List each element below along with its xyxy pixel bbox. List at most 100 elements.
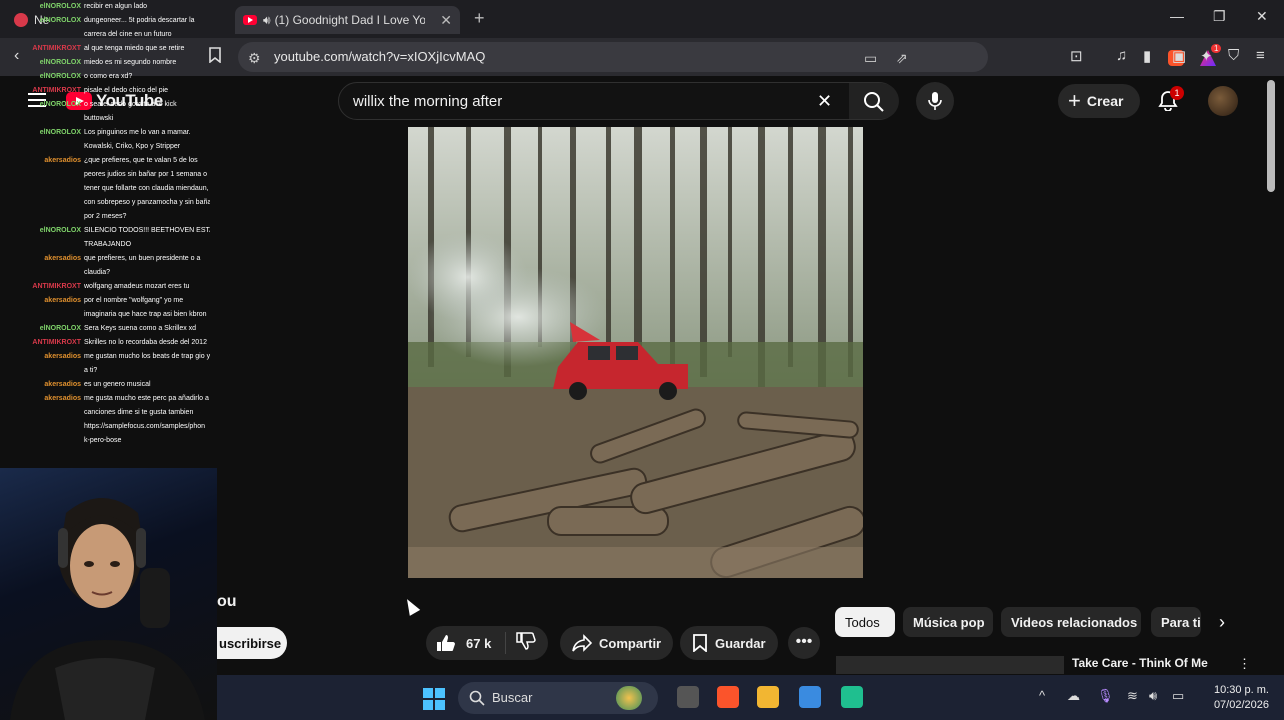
chat-username	[0, 168, 84, 182]
youtube-favicon-icon	[243, 15, 257, 25]
vpn-icon[interactable]: ⛉	[1228, 47, 1239, 64]
chat-message: elNOROLOX SILENCIO TODOS!!! BEETHOVEN EST…	[0, 224, 212, 238]
chat-username: elNOROLOX	[39, 73, 81, 80]
tray-chevron-icon[interactable]: ^	[1039, 688, 1045, 703]
chat-text: que prefieres, un buen presidente o a	[84, 255, 201, 262]
tab-close-icon[interactable]: ✕	[440, 12, 452, 29]
save-button[interactable]: Guardar	[680, 626, 778, 660]
save-label: Guardar	[715, 635, 766, 651]
chat-message: Kowalski, Criko, Kpo y Stripper	[0, 140, 212, 154]
chat-text: k-pero-bose	[84, 437, 122, 444]
chat-username: akersadios	[44, 381, 81, 388]
maximize-icon[interactable]: ❐	[1213, 8, 1226, 25]
share-label: Compartir	[599, 635, 662, 651]
wallet-icon[interactable]: ▣	[1172, 47, 1186, 65]
cloud-icon[interactable]: ☁	[1067, 688, 1080, 704]
chat-username: akersadios	[44, 157, 81, 164]
brave-browser-icon[interactable]	[717, 686, 739, 708]
chat-text: miedo es mi segundo nombre	[84, 59, 177, 66]
chat-username	[0, 266, 84, 280]
mic-tray-icon[interactable]: 🎙︎	[1097, 688, 1114, 704]
chat-text: por el nombre "wolfgang" yo me	[84, 297, 184, 304]
chat-username	[0, 182, 84, 196]
mouse-cursor	[401, 596, 421, 616]
chat-text: dungeoneer... 5t podria descartar la	[84, 17, 195, 24]
chat-username	[0, 140, 84, 154]
chat-message: claudia?	[0, 266, 212, 280]
task-view-icon[interactable]	[677, 686, 699, 708]
taskbar-search[interactable]: Buscar	[458, 682, 658, 714]
chat-text: ¿que prefieres, que te valan 5 de los	[84, 157, 198, 164]
create-button[interactable]: + Crear	[1058, 84, 1140, 118]
chat-message: a ti?	[0, 364, 212, 378]
chip-for-you[interactable]: Para ti	[1151, 607, 1201, 637]
chat-message: imaginaria que hace trap asi bien kbron	[0, 308, 212, 322]
clear-search-icon[interactable]: ✕	[817, 91, 832, 112]
chat-message: akersadios me gustan mucho los beats de t…	[0, 350, 212, 364]
speaker-icon: 🔊︎	[263, 12, 271, 27]
file-explorer-icon[interactable]	[757, 686, 779, 708]
volume-icon[interactable]: 🔊︎	[1149, 688, 1157, 704]
chat-message: akersadios me gusta mucho este perc pa añ…	[0, 392, 212, 406]
page-scrollbar[interactable]	[1267, 80, 1275, 192]
chat-text: canciones dime si te gusta tambien	[84, 409, 194, 416]
tab-active[interactable]: 🔊︎ (1) Goodnight Dad I Love You ✕	[235, 6, 460, 34]
media-icon[interactable]: ♫	[1116, 47, 1127, 64]
wifi-icon[interactable]: ≋	[1127, 688, 1138, 704]
sidebar-icon[interactable]: ⊡	[1070, 47, 1083, 65]
clock-time: 10:30 p. m.	[1213, 684, 1269, 696]
chat-username	[0, 406, 84, 420]
share-button[interactable]: Compartir	[560, 626, 674, 660]
chat-username: akersadios	[44, 353, 81, 360]
search-input[interactable]: willix the morning after	[353, 93, 502, 110]
chat-username	[0, 238, 84, 252]
chat-message: carrera del cine en un futuro	[0, 28, 212, 42]
voice-search-button[interactable]	[916, 82, 954, 120]
chat-text: al que tenga miedo que se retire	[84, 45, 185, 52]
chat-message: elNOROLOX Sera Keys suena como a Skrillex…	[0, 322, 212, 336]
search-bar[interactable]: willix the morning after ✕	[338, 82, 899, 120]
chat-message: peores judios sin bañar por 1 semana o	[0, 168, 212, 182]
chat-text: TRABAJANDO	[84, 241, 132, 248]
chat-username: elNOROLOX	[39, 59, 81, 66]
cast-icon[interactable]: ▭	[864, 50, 877, 67]
chip-pop-music[interactable]: Música pop	[903, 607, 993, 637]
share-page-icon[interactable]: ⇗	[896, 50, 908, 67]
taskbar-clock[interactable]: 10:30 p. m. 07/02/2026	[1201, 683, 1269, 713]
new-tab-icon[interactable]: +	[474, 8, 485, 29]
search-button[interactable]	[849, 83, 899, 119]
chat-message: akersadios que prefieres, un buen preside…	[0, 252, 212, 266]
chat-username: ANTIMIKROXT	[32, 45, 81, 52]
reading-list-icon[interactable]: ▮	[1143, 47, 1151, 65]
minimize-icon[interactable]: —	[1170, 8, 1184, 24]
battery-icon[interactable]: ▭	[1172, 688, 1184, 704]
chat-message: con sobrepeso y panzamocha y sin bañar	[0, 196, 212, 210]
more-actions-icon[interactable]: •••	[788, 627, 820, 659]
close-window-icon[interactable]: ✕	[1256, 8, 1268, 25]
chat-text: peores judios sin bañar por 1 semana o	[84, 171, 207, 178]
recommendation-title[interactable]: Take Care - Think Of Me	[1072, 656, 1208, 670]
chevron-right-icon[interactable]: ›	[1219, 612, 1225, 633]
tab-label: (1) Goodnight Dad I Love You	[274, 13, 425, 27]
chat-message: tener que follarte con claudia miendaun,	[0, 182, 212, 196]
account-avatar[interactable]	[1208, 86, 1238, 116]
video-player[interactable]	[408, 127, 863, 578]
chat-message: elNOROLOX o como era xd?	[0, 70, 212, 84]
dislike-button[interactable]	[506, 631, 536, 655]
menu-icon[interactable]: ≡	[1256, 47, 1265, 64]
streamlabs-icon[interactable]	[841, 686, 863, 708]
subscribe-button[interactable]: uscribirse	[217, 627, 287, 659]
save-icon	[693, 634, 707, 652]
like-button[interactable]: 67 k	[426, 632, 506, 654]
recommendation-thumbnail[interactable]	[836, 656, 1064, 674]
address-bar[interactable]: ⚙︎ youtube.com/watch?v=xIOXjIcvMAQ ▭ ⇗ 1	[238, 42, 1222, 72]
site-settings-icon[interactable]: ⚙︎	[248, 50, 261, 67]
chip-all[interactable]: Todos	[835, 607, 895, 637]
store-icon[interactable]	[799, 686, 821, 708]
chip-related[interactable]: Videos relacionados	[1001, 607, 1141, 637]
leo-ai-icon[interactable]: ✦	[1200, 47, 1213, 65]
chat-username	[0, 364, 84, 378]
like-count: 67 k	[466, 635, 492, 651]
windows-start-icon[interactable]	[423, 688, 445, 710]
recommendation-menu-icon[interactable]: ⋮	[1238, 656, 1251, 672]
